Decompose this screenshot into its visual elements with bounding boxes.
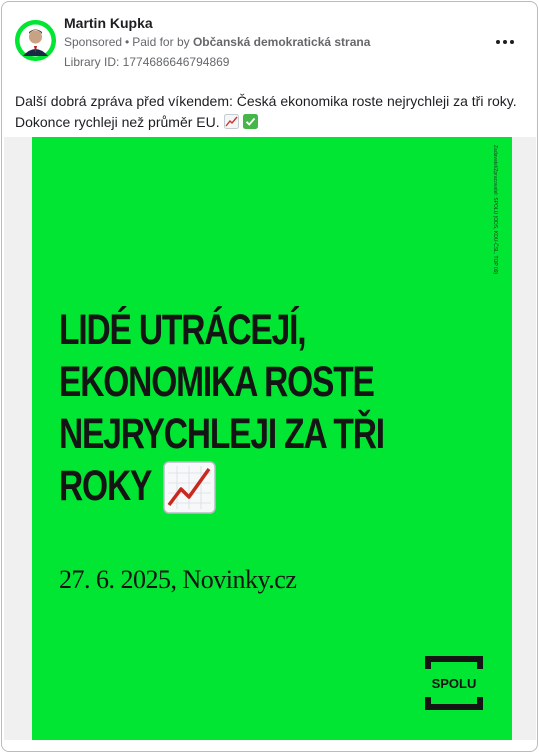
chart-increasing-icon [223, 114, 239, 129]
ad-card: Martin Kupka Sponsored • Paid for by Občan… [1, 1, 538, 752]
chart-increasing-icon [163, 461, 216, 514]
ad-headline: LIDÉ UTRÁCEJÍ, EKONOMIKA ROSTE NEJRYCHLE… [59, 304, 387, 512]
author-name[interactable]: Martin Kupka [64, 15, 153, 31]
meta-separator: • [125, 35, 130, 49]
payer-name[interactable]: Občanská demokratická strana [193, 35, 370, 49]
headline-line: NEJRYCHLEJI ZA TŘI [59, 410, 385, 458]
headline-line: LIDÉ UTRÁCEJÍ, [59, 306, 307, 354]
headline-line: ROKY [59, 462, 152, 510]
svg-text:SPOLU: SPOLU [432, 676, 477, 691]
sponsored-line: Sponsored • Paid for by Občanská demokrati… [64, 35, 370, 49]
post-caption: Další dobrá zpráva před víkendem: Česká … [15, 91, 525, 133]
sponsored-label: Sponsored [64, 35, 123, 49]
author-avatar[interactable] [15, 20, 56, 61]
more-options-icon[interactable] [493, 32, 517, 52]
vertical-disclaimer: Zadavatel/Zpracovatel: SPOLU (ODS, KDU-Č… [492, 145, 498, 275]
paid-for-prefix: Paid for by [132, 35, 190, 49]
ad-poster: Zadavatel/Zpracovatel: SPOLU (ODS, KDU-Č… [32, 137, 512, 740]
spolu-logo: SPOLU [425, 656, 483, 710]
post-header: Martin Kupka Sponsored • Paid for by Občan… [2, 2, 537, 80]
ad-media[interactable]: Zadavatel/Zpracovatel: SPOLU (ODS, KDU-Č… [4, 137, 536, 740]
headline-line: EKONOMIKA ROSTE [59, 358, 375, 406]
check-mark-button-icon [242, 114, 258, 129]
caption-line-2: Dokonce rychleji než průměr EU. [15, 112, 525, 133]
ad-source: 27. 6. 2025, Novinky.cz [59, 565, 297, 594]
caption-line-1: Další dobrá zpráva před víkendem: Česká … [15, 93, 517, 109]
library-id: Library ID: 1774686646794869 [64, 55, 230, 69]
